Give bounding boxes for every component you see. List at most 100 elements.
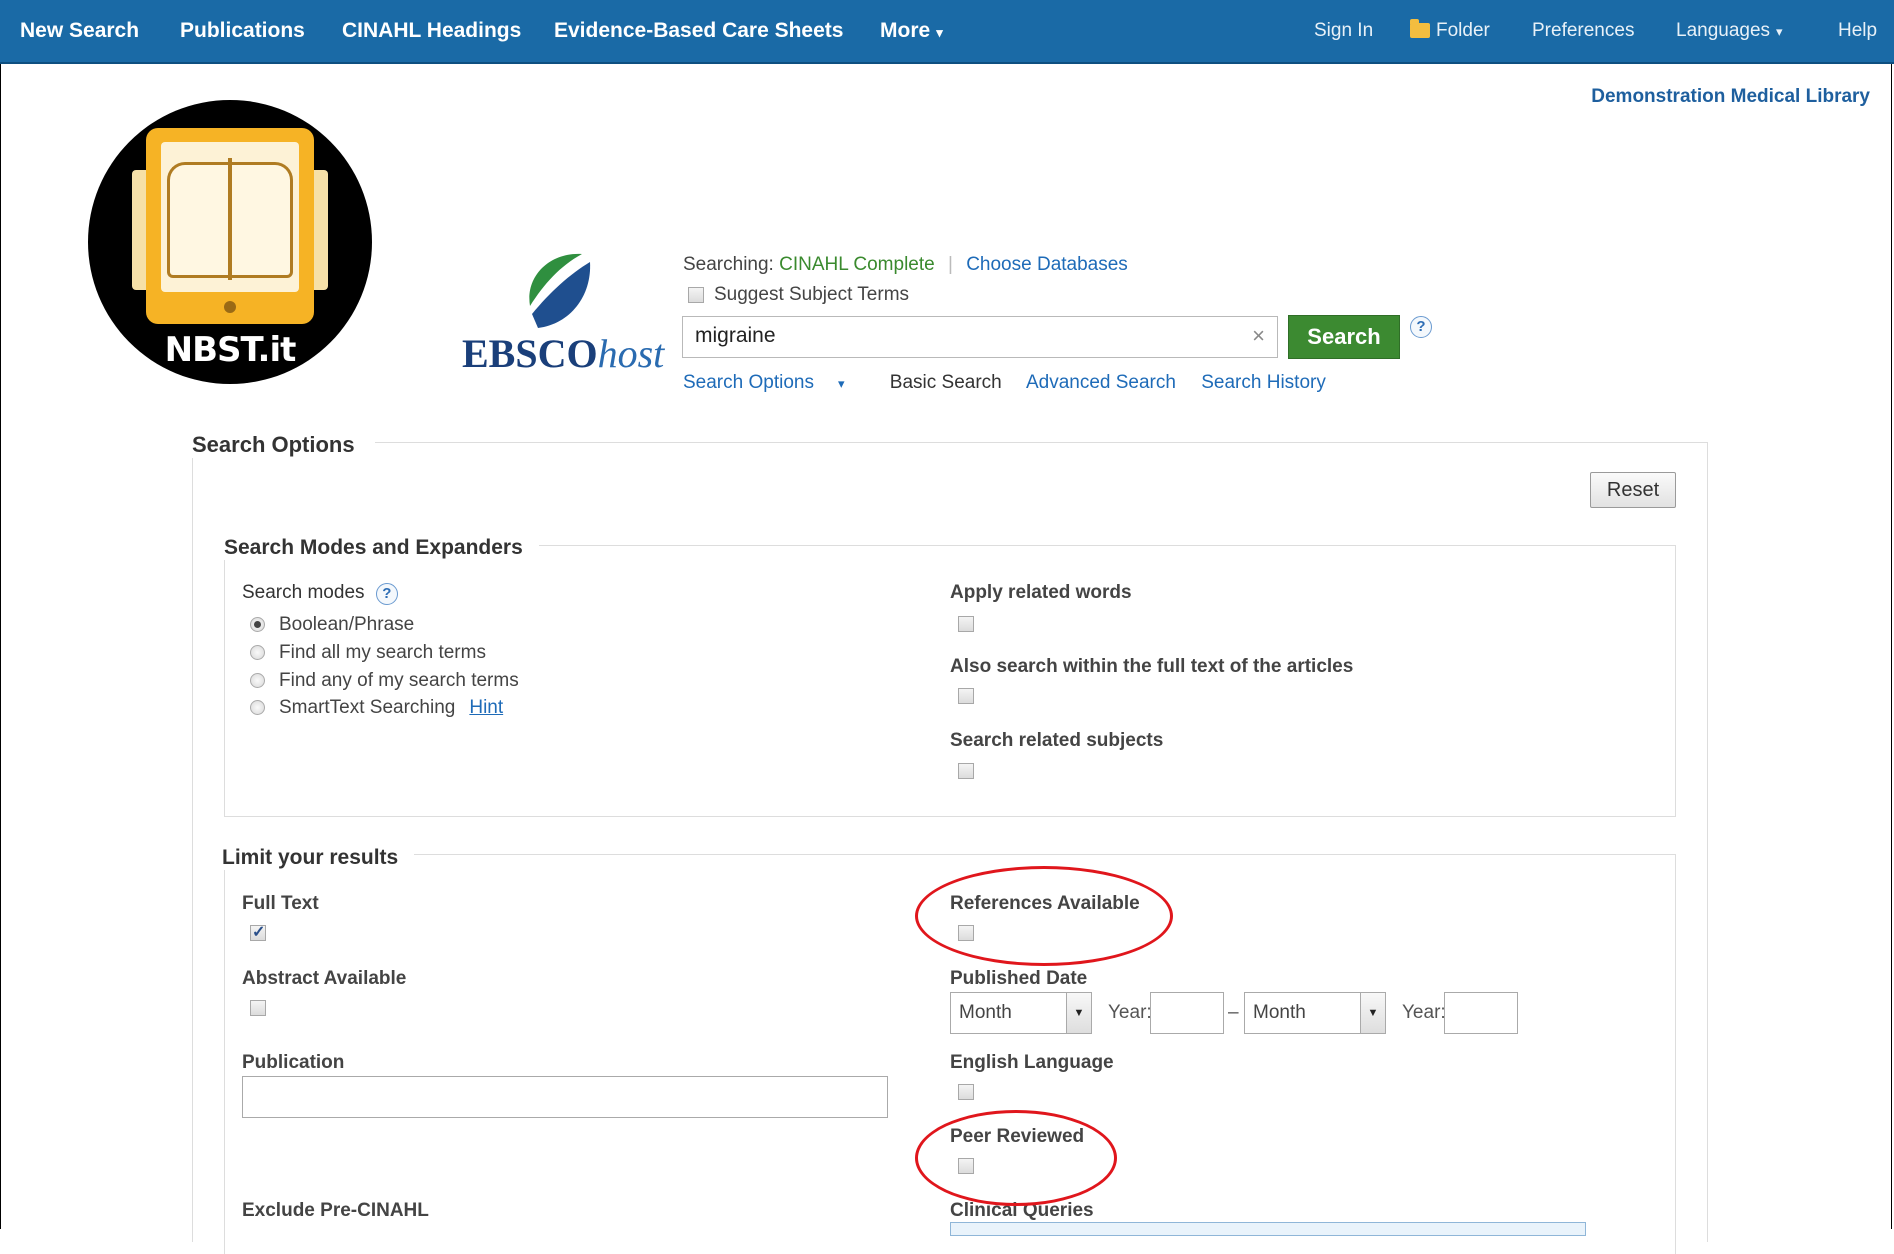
nav-care-sheets[interactable]: Evidence-Based Care Sheets bbox=[554, 0, 843, 62]
searching-line: Searching: CINAHL Complete | Choose Data… bbox=[683, 254, 1128, 276]
search-options-link[interactable]: Search Options ▾ bbox=[683, 372, 865, 393]
advanced-search-link[interactable]: Advanced Search bbox=[1026, 372, 1176, 393]
exclude-pre-cinahl-label: Exclude Pre-CINAHL bbox=[242, 1200, 429, 1221]
mode-boolean-phrase[interactable]: Boolean/Phrase bbox=[250, 614, 414, 636]
mode-smarttext[interactable]: SmartText Searching Hint bbox=[250, 697, 503, 719]
limit-results-title: Limit your results bbox=[222, 846, 415, 870]
mode-radio[interactable] bbox=[250, 645, 265, 660]
search-modes-label: Search modes ? bbox=[242, 582, 398, 605]
year-label: Year: bbox=[1402, 1002, 1446, 1023]
nav-new-search[interactable]: New Search bbox=[20, 0, 139, 62]
clear-icon[interactable]: × bbox=[1252, 323, 1265, 349]
search-options-title: Search Options bbox=[192, 432, 375, 458]
nav-more-label: More bbox=[880, 19, 931, 42]
nav-folder[interactable]: Folder bbox=[1410, 0, 1490, 62]
folder-icon bbox=[1410, 19, 1430, 38]
full-text-label: Full Text bbox=[242, 893, 319, 914]
year-label: Year: bbox=[1108, 1002, 1152, 1023]
published-to-year-input[interactable] bbox=[1444, 992, 1518, 1034]
search-button[interactable]: Search bbox=[1288, 315, 1400, 359]
searching-label: Searching: bbox=[683, 254, 774, 275]
apply-related-words-label: Apply related words bbox=[950, 582, 1132, 603]
dropdown-arrow-icon: ▼ bbox=[1066, 993, 1091, 1033]
abstract-available-label: Abstract Available bbox=[242, 968, 407, 989]
separator: | bbox=[947, 254, 953, 275]
caret-down-icon: ▾ bbox=[936, 25, 943, 40]
publication-input[interactable] bbox=[242, 1076, 888, 1118]
publication-label: Publication bbox=[242, 1052, 345, 1073]
book-spine bbox=[228, 158, 232, 280]
help-icon[interactable]: ? bbox=[1410, 316, 1432, 338]
apply-related-words-checkbox[interactable] bbox=[958, 616, 974, 632]
highlight-peer-reviewed bbox=[915, 1110, 1117, 1206]
search-options-link-label: Search Options bbox=[683, 372, 814, 393]
tablet-button bbox=[224, 301, 236, 313]
mode-radio[interactable] bbox=[250, 617, 265, 632]
book-page-left bbox=[167, 162, 230, 278]
nav-publications[interactable]: Publications bbox=[180, 0, 305, 62]
dropdown-arrow-icon: ▼ bbox=[1360, 993, 1385, 1033]
full-text-checkbox[interactable] bbox=[250, 922, 266, 942]
basic-search-link[interactable]: Basic Search bbox=[890, 372, 1002, 393]
abstract-available-checkbox[interactable] bbox=[250, 1000, 266, 1016]
mode-find-any[interactable]: Find any of my search terms bbox=[250, 670, 519, 692]
month-value: Month bbox=[959, 1002, 1012, 1023]
mode-radio[interactable] bbox=[250, 673, 265, 688]
search-related-subjects-label: Search related subjects bbox=[950, 730, 1164, 751]
published-to-month-select[interactable]: Month ▼ bbox=[1244, 992, 1386, 1034]
search-modes-label-text: Search modes bbox=[242, 582, 365, 603]
search-box[interactable]: × bbox=[682, 316, 1278, 358]
caret-down-icon: ▾ bbox=[837, 376, 845, 391]
nav-more[interactable]: More ▾ bbox=[880, 0, 943, 62]
nbst-label: NBST.it bbox=[164, 330, 297, 370]
full-text-search-label: Also search within the full text of the … bbox=[950, 656, 1354, 677]
mode-radio[interactable] bbox=[250, 700, 265, 715]
book-page-right bbox=[230, 162, 293, 278]
nav-preferences[interactable]: Preferences bbox=[1532, 0, 1634, 62]
nav-languages-label: Languages bbox=[1676, 20, 1771, 41]
mode-label: Find any of my search terms bbox=[279, 670, 519, 691]
nav-sign-in[interactable]: Sign In bbox=[1314, 0, 1373, 62]
mode-label: SmartText Searching bbox=[279, 697, 456, 718]
search-related-subjects-checkbox[interactable] bbox=[958, 763, 974, 779]
english-language-label: English Language bbox=[950, 1052, 1114, 1073]
suggest-subject-terms-checkbox[interactable] bbox=[688, 287, 704, 303]
published-from-year-input[interactable] bbox=[1150, 992, 1224, 1034]
nav-folder-label: Folder bbox=[1436, 20, 1490, 41]
date-range-dash: – bbox=[1228, 1002, 1239, 1023]
ebsco-brand: EBSCO bbox=[462, 331, 598, 376]
ebsco-suffix: host bbox=[597, 331, 665, 376]
suggest-subject-terms[interactable]: Suggest Subject Terms bbox=[688, 284, 909, 306]
help-icon[interactable]: ? bbox=[375, 583, 398, 605]
search-modes-title: Search Modes and Expanders bbox=[224, 536, 539, 560]
mode-find-all[interactable]: Find all my search terms bbox=[250, 642, 486, 664]
published-date-label: Published Date bbox=[950, 968, 1088, 989]
ebsco-logo: EBSCOhost bbox=[462, 330, 664, 377]
mode-label: Boolean/Phrase bbox=[279, 614, 415, 635]
search-input[interactable] bbox=[683, 317, 1227, 355]
nav-cinahl-headings[interactable]: CINAHL Headings bbox=[342, 0, 521, 62]
tablet-icon bbox=[146, 128, 314, 324]
search-history-link[interactable]: Search History bbox=[1201, 372, 1326, 393]
nav-languages[interactable]: Languages ▾ bbox=[1676, 0, 1783, 62]
library-name-link[interactable]: Demonstration Medical Library bbox=[1591, 86, 1870, 108]
mode-label: Find all my search terms bbox=[279, 642, 486, 663]
nav-help[interactable]: Help bbox=[1838, 0, 1877, 62]
book-icon bbox=[161, 142, 299, 292]
hint-link[interactable]: Hint bbox=[469, 697, 503, 718]
reset-button[interactable]: Reset bbox=[1590, 472, 1676, 508]
published-from-month-select[interactable]: Month ▼ bbox=[950, 992, 1092, 1034]
suggest-subject-terms-label: Suggest Subject Terms bbox=[714, 284, 910, 305]
ebsco-swoosh-icon bbox=[529, 253, 591, 328]
highlight-references-available bbox=[915, 866, 1173, 966]
database-name: CINAHL Complete bbox=[779, 254, 935, 275]
top-navigation-bar: New Search Publications CINAHL Headings … bbox=[0, 0, 1894, 64]
choose-databases-link[interactable]: Choose Databases bbox=[966, 254, 1128, 275]
month-value: Month bbox=[1253, 1002, 1306, 1023]
search-links: Search Options ▾ Basic Search Advanced Se… bbox=[683, 372, 1346, 394]
nbst-logo: NBST.it bbox=[88, 100, 372, 384]
full-text-search-checkbox[interactable] bbox=[958, 688, 974, 704]
english-language-checkbox[interactable] bbox=[958, 1084, 974, 1100]
caret-down-icon: ▾ bbox=[1776, 24, 1783, 39]
clinical-queries-select[interactable] bbox=[950, 1222, 1586, 1236]
